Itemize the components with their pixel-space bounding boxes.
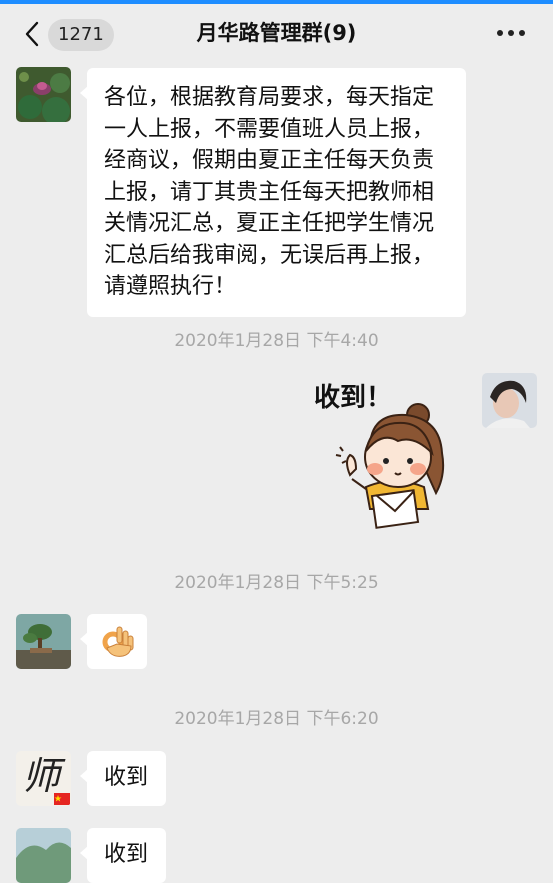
china-flag-icon [54, 793, 70, 805]
girl-holding-letter-sticker [335, 403, 445, 529]
portrait-avatar-image [482, 373, 537, 428]
avatar-calligraphy[interactable]: 师 [16, 751, 71, 806]
timestamp: 2020年1月28日 下午5:25 [174, 573, 379, 593]
chat-header: 1271 月华路管理群(9) [0, 4, 553, 61]
dot-icon [508, 30, 514, 36]
timestamp: 2020年1月28日 下午4:40 [174, 331, 379, 351]
message-bubble[interactable]: 收到 [80, 751, 166, 806]
bonsai-avatar-image [16, 614, 71, 669]
sticker-message[interactable]: 收到！ [300, 375, 470, 535]
message-bubble[interactable]: 收到 [80, 828, 166, 883]
message-text: 收到 [104, 765, 149, 790]
chat-title: 月华路管理群(9) [196, 21, 357, 45]
lotus-avatar-image [16, 67, 71, 122]
timestamp: 2020年1月28日 下午6:20 [174, 709, 379, 729]
landscape-avatar-image [16, 828, 71, 883]
more-options-button[interactable] [497, 30, 525, 38]
message-bubble[interactable]: 各位，根据教育局要求，每天指定一人上报，不需要值班人员上报，经商议，假期由夏正主… [80, 68, 466, 317]
avatar-self[interactable] [482, 373, 537, 428]
avatar-lotus[interactable] [16, 67, 71, 122]
message-text: 各位，根据教育局要求，每天指定一人上报，不需要值班人员上报，经商议，假期由夏正主… [104, 85, 435, 299]
dot-icon [519, 30, 525, 36]
avatar-bonsai[interactable] [16, 614, 71, 669]
message-text: 收到 [104, 842, 149, 867]
emoji-bubble[interactable] [80, 614, 147, 669]
dot-icon [497, 30, 503, 36]
avatar-landscape[interactable] [16, 828, 71, 883]
ok-hand-icon [102, 626, 134, 657]
